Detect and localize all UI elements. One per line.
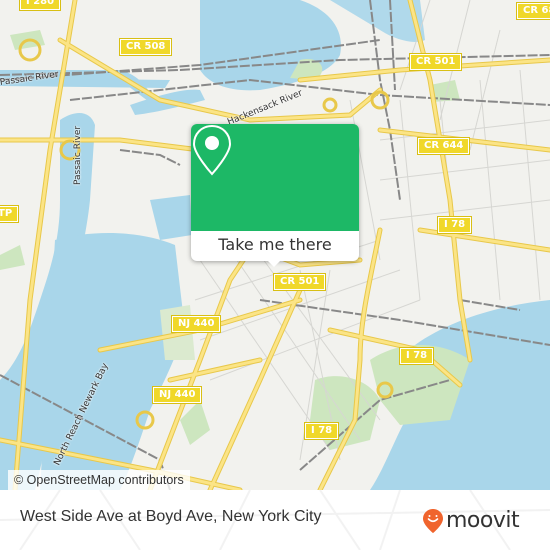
road-shield-cr508: CR 508 xyxy=(118,38,173,56)
moovit-logo[interactable]: moovit xyxy=(422,508,520,534)
map-pin-icon xyxy=(192,124,232,176)
road-shield-cr501: CR 501 xyxy=(272,273,327,291)
popup-tail xyxy=(265,258,283,267)
road-shield-nj440-north: NJ 440 xyxy=(170,315,222,333)
take-me-there-popup[interactable]: Take me there xyxy=(191,124,359,267)
place-name: West Side Ave at Boyd Ave, New York City xyxy=(20,508,322,525)
footer-bar: West Side Ave at Boyd Ave, New York City… xyxy=(0,490,550,550)
moovit-wordmark: moovit xyxy=(446,508,520,533)
take-me-there-button[interactable]: Take me there xyxy=(191,231,359,261)
road-shield-i78-southeast: I 78 xyxy=(398,347,435,365)
moovit-pin-icon xyxy=(423,509,443,533)
map-view[interactable]: I 280 CR 508 CR 501 CR 68 CR 644 TP I 78… xyxy=(0,0,550,490)
road-shield-tp: TP xyxy=(0,205,20,223)
road-shield-cr68: CR 68 xyxy=(515,2,550,20)
river-label-passaic-vertical: Passaic River xyxy=(73,125,83,185)
road-shield-i78-east: I 78 xyxy=(436,216,473,234)
road-shield-nj440-south: NJ 440 xyxy=(151,386,203,404)
road-shield-i78-south: I 78 xyxy=(303,422,340,440)
map-attribution[interactable]: © OpenStreetMap contributors xyxy=(8,470,190,490)
popup-header[interactable] xyxy=(191,124,359,231)
road-shield-cr501-north: CR 501 xyxy=(408,53,463,71)
road-shield-cr644: CR 644 xyxy=(416,137,471,155)
road-shield-i280: I 280 xyxy=(18,0,62,11)
page-root: I 280 CR 508 CR 501 CR 68 CR 644 TP I 78… xyxy=(0,0,550,550)
